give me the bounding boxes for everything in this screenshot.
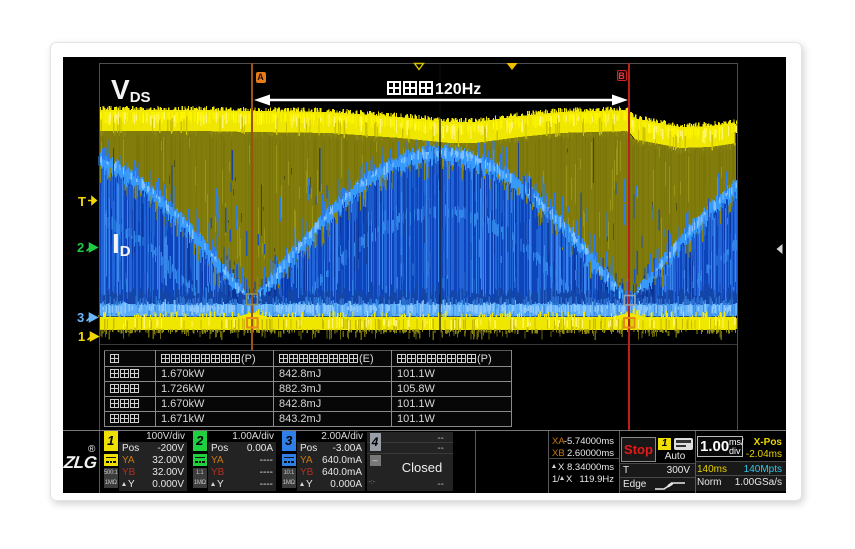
svg-text:3: 3: [77, 310, 84, 325]
svg-text:1: 1: [78, 329, 85, 344]
svg-text:2: 2: [77, 240, 84, 255]
svg-text:T: T: [78, 194, 86, 209]
